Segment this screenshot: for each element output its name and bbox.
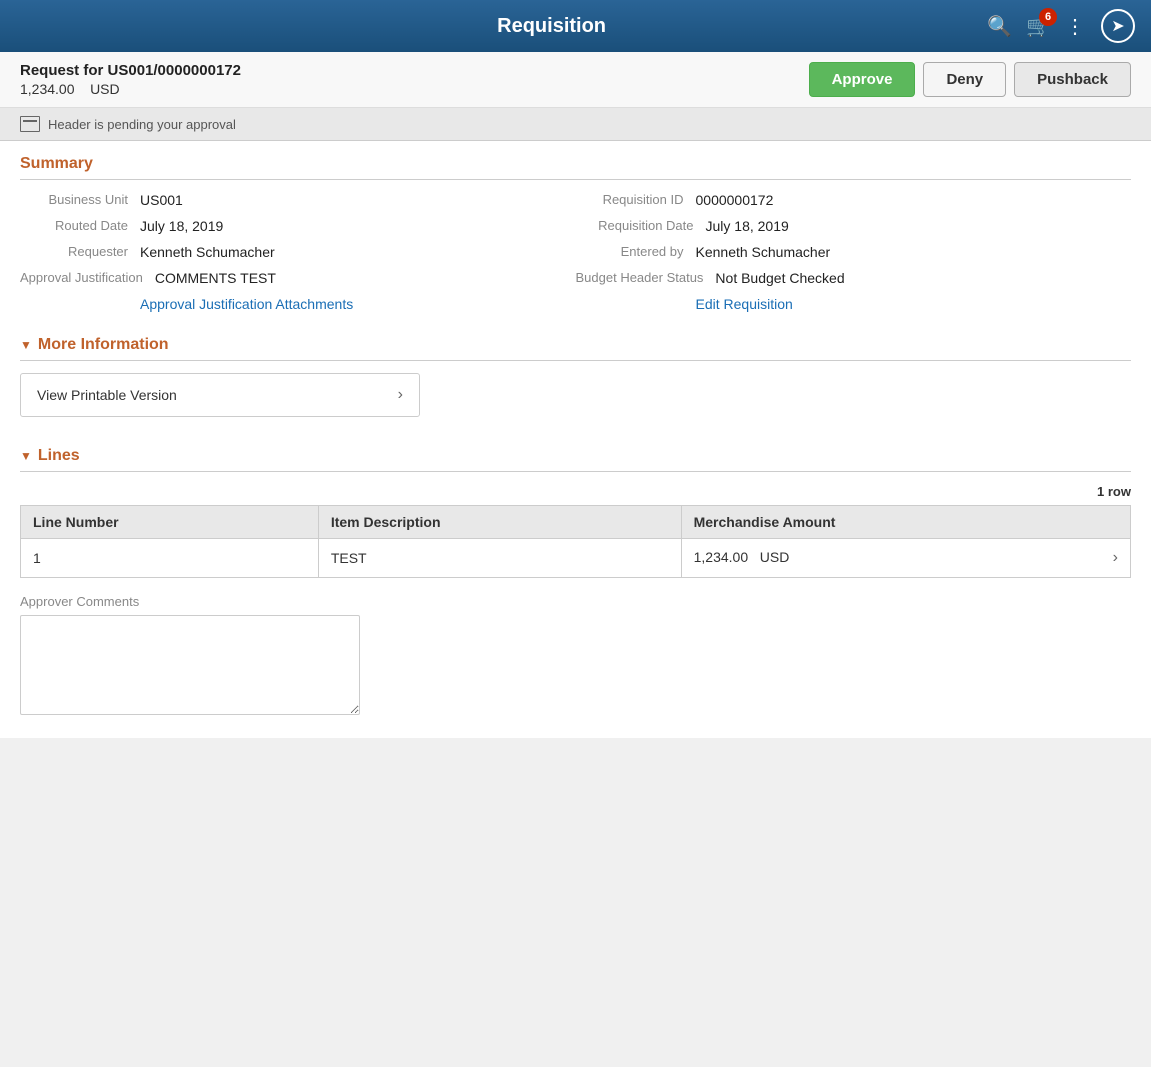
approval-justification-value: COMMENTS TEST [155, 270, 276, 286]
col-merchandise-amount: Merchandise Amount [681, 506, 1130, 539]
sub-header-actions: Approve Deny Pushback [809, 62, 1131, 97]
summary-col-right: Requisition ID 0000000172 Requisition Da… [576, 192, 1132, 322]
requisition-id-value: 0000000172 [696, 192, 774, 208]
search-icon[interactable]: 🔍 [987, 14, 1012, 39]
more-information-arrow: ▼ [20, 338, 32, 352]
lines-row-count: 1 row [20, 484, 1131, 499]
entered-by-value: Kenneth Schumacher [696, 244, 831, 260]
col-line-number: Line Number [21, 506, 319, 539]
business-unit-label: Business Unit [20, 192, 140, 207]
summary-row-routed-date: Routed Date July 18, 2019 [20, 218, 576, 234]
pushback-button[interactable]: Pushback [1014, 62, 1131, 97]
approver-comments-textarea[interactable] [20, 615, 360, 715]
main-content: Summary Business Unit US001 Routed Date … [0, 141, 1151, 738]
sub-header-info: Request for US001/0000000172 1,234.00 US… [20, 62, 241, 97]
summary-row-edit-requisition: Edit Requisition [576, 296, 1132, 312]
lines-table: Line Number Item Description Merchandise… [20, 505, 1131, 578]
more-information-label: More Information [38, 336, 169, 354]
routed-date-value: July 18, 2019 [140, 218, 223, 234]
approver-comments-label: Approver Comments [20, 594, 1131, 609]
budget-header-status-value: Not Budget Checked [715, 270, 844, 286]
summary-row-requisition-date: Requisition Date July 18, 2019 [576, 218, 1132, 234]
sub-header: Request for US001/0000000172 1,234.00 US… [0, 52, 1151, 108]
summary-row-entered-by: Entered by Kenneth Schumacher [576, 244, 1132, 260]
navigation-icon[interactable]: ➤ [1101, 9, 1135, 43]
pending-bar: Header is pending your approval [0, 108, 1151, 141]
summary-section-title: Summary [20, 141, 1131, 180]
amount-value: 1,234.00 [20, 81, 75, 97]
requester-value: Kenneth Schumacher [140, 244, 275, 260]
row-chevron-icon: › [1113, 549, 1118, 567]
more-options-icon[interactable]: ⋮ [1065, 14, 1087, 39]
compass-icon: ➤ [1111, 16, 1124, 36]
cell-merchandise-amount: 1,234.00 USD › [681, 539, 1130, 578]
cart-badge: 6 [1039, 8, 1057, 26]
edit-requisition-link[interactable]: Edit Requisition [696, 296, 793, 312]
currency-value: USD [90, 81, 120, 97]
business-unit-value: US001 [140, 192, 183, 208]
cell-line-number: 1 [21, 539, 319, 578]
summary-row-attachments: Approval Justification Attachments [20, 296, 576, 312]
lines-section-title[interactable]: ▼ Lines [20, 433, 1131, 472]
pending-icon [20, 116, 40, 132]
cell-item-description: TEST [318, 539, 681, 578]
page-title: Requisition [116, 15, 987, 38]
requester-label: Requester [20, 244, 140, 259]
table-row[interactable]: 1 TEST 1,234.00 USD › [21, 539, 1131, 578]
approval-justification-attachments-link[interactable]: Approval Justification Attachments [140, 296, 353, 312]
approve-button[interactable]: Approve [809, 62, 916, 97]
lines-label: Lines [38, 447, 80, 465]
requisition-date-value: July 18, 2019 [706, 218, 789, 234]
approval-justification-label: Approval Justification [20, 270, 155, 285]
routed-date-label: Routed Date [20, 218, 140, 233]
header-icons: 🔍 🛒 6 ⋮ ➤ [987, 9, 1135, 43]
summary-row-requester: Requester Kenneth Schumacher [20, 244, 576, 260]
budget-header-status-label: Budget Header Status [576, 270, 716, 285]
requisition-id-label: Requisition ID [576, 192, 696, 207]
summary-row-approval-justification: Approval Justification COMMENTS TEST [20, 270, 576, 286]
pending-message: Header is pending your approval [48, 117, 236, 132]
cart-button[interactable]: 🛒 6 [1026, 14, 1051, 39]
printable-version-label: View Printable Version [37, 387, 177, 403]
lines-table-header-row: Line Number Item Description Merchandise… [21, 506, 1131, 539]
summary-row-budget-header-status: Budget Header Status Not Budget Checked [576, 270, 1132, 286]
top-header: Requisition 🔍 🛒 6 ⋮ ➤ [0, 0, 1151, 52]
printable-version-button[interactable]: View Printable Version › [20, 373, 420, 417]
chevron-right-icon: › [398, 386, 403, 404]
summary-col-left: Business Unit US001 Routed Date July 18,… [20, 192, 576, 322]
lines-arrow: ▼ [20, 449, 32, 463]
col-item-description: Item Description [318, 506, 681, 539]
entered-by-label: Entered by [576, 244, 696, 259]
requisition-date-label: Requisition Date [576, 218, 706, 233]
deny-button[interactable]: Deny [923, 62, 1006, 97]
request-title: Request for US001/0000000172 [20, 62, 241, 79]
summary-grid: Business Unit US001 Routed Date July 18,… [20, 192, 1131, 322]
more-information-section-title[interactable]: ▼ More Information [20, 322, 1131, 361]
request-amount: 1,234.00 USD [20, 81, 241, 97]
summary-row-requisition-id: Requisition ID 0000000172 [576, 192, 1132, 208]
summary-row-business-unit: Business Unit US001 [20, 192, 576, 208]
